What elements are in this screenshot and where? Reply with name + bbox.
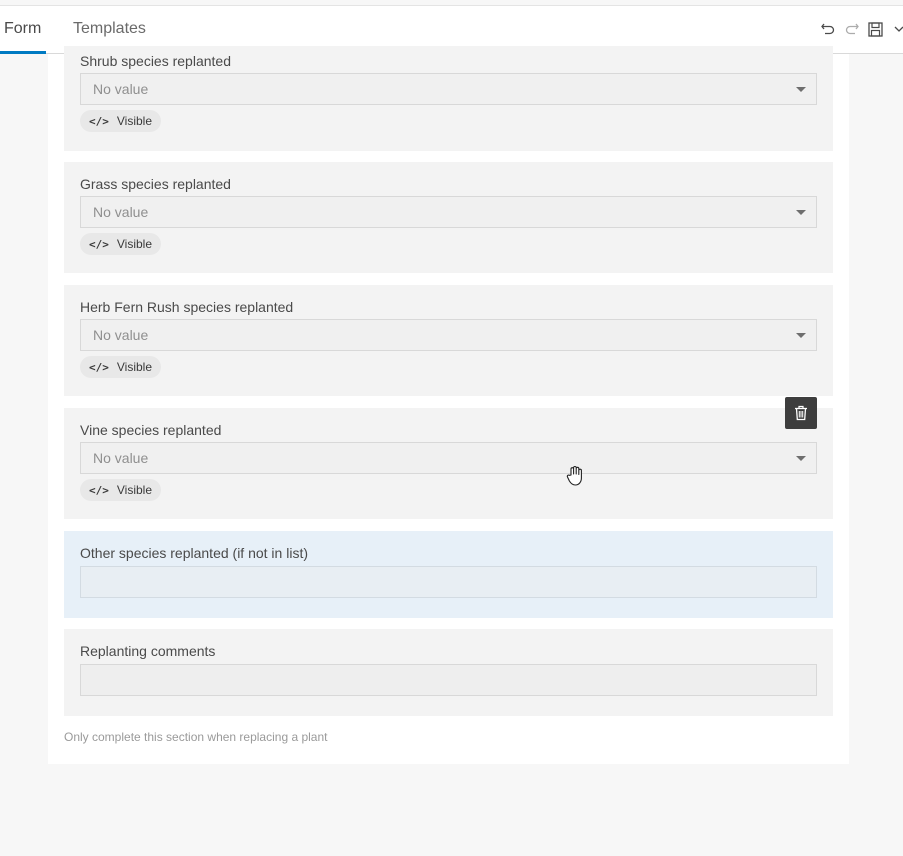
save-icon	[867, 21, 883, 37]
select-value: No value	[93, 450, 149, 466]
text-input[interactable]	[80, 566, 817, 598]
text-input[interactable]	[80, 664, 817, 696]
code-icon: </>	[89, 237, 109, 251]
group-description: Only complete this section when replacin…	[64, 730, 328, 744]
code-icon: </>	[89, 360, 109, 374]
save-options-dropdown[interactable]	[893, 20, 903, 38]
form-element-card[interactable]: Herb Fern Rush species replanted No valu…	[64, 285, 833, 396]
chip-label: Visible	[116, 483, 153, 497]
field-label: Replanting comments	[80, 643, 216, 659]
chip-label: Visible	[116, 114, 153, 128]
chip-label: Visible	[116, 360, 153, 374]
redo-button[interactable]	[843, 20, 861, 38]
select-value: No value	[93, 327, 149, 343]
undo-button[interactable]	[819, 20, 837, 38]
select-value: No value	[93, 81, 149, 97]
form-canvas: Shrub species replanted No value </> Vis…	[48, 46, 849, 764]
caret-down-icon	[796, 333, 806, 338]
chevron-down-icon	[894, 26, 903, 32]
combo-box[interactable]: No value	[80, 319, 817, 351]
field-label: Shrub species replanted	[80, 53, 231, 69]
code-icon: </>	[89, 483, 109, 497]
combo-box[interactable]: No value	[80, 73, 817, 105]
form-element-card[interactable]: Replanting comments	[64, 629, 833, 716]
field-label: Herb Fern Rush species replanted	[80, 299, 294, 315]
field-label: Other species replanted (if not in list)	[80, 545, 308, 561]
visibility-expression-chip[interactable]: </> Visible	[80, 110, 162, 132]
field-label: Vine species replanted	[80, 422, 222, 438]
visibility-expression-chip[interactable]: </> Visible	[80, 479, 162, 501]
code-icon: </>	[89, 114, 109, 128]
caret-down-icon	[796, 210, 806, 215]
undo-icon	[821, 23, 835, 35]
delete-element-button[interactable]	[785, 397, 817, 429]
visibility-expression-chip[interactable]: </> Visible	[80, 233, 162, 255]
save-button[interactable]	[866, 20, 884, 38]
combo-box[interactable]: No value	[80, 196, 817, 228]
tab-form[interactable]: Form	[0, 6, 46, 54]
form-element-card-selected[interactable]: Other species replanted (if not in list)	[64, 531, 833, 618]
chip-label: Visible	[116, 237, 153, 251]
hand-cursor-icon	[566, 466, 582, 486]
visibility-expression-chip[interactable]: </> Visible	[80, 356, 162, 378]
form-element-card[interactable]: Vine species replanted No value </> Visi…	[64, 408, 833, 519]
caret-down-icon	[796, 87, 806, 92]
select-value: No value	[93, 204, 149, 220]
trash-icon	[795, 405, 807, 421]
combo-box[interactable]: No value	[80, 442, 817, 474]
field-label: Grass species replanted	[80, 176, 231, 192]
redo-icon	[845, 23, 859, 35]
form-element-card[interactable]: Grass species replanted No value </> Vis…	[64, 162, 833, 273]
form-element-card[interactable]: Shrub species replanted No value </> Vis…	[64, 46, 833, 151]
caret-down-icon	[796, 456, 806, 461]
